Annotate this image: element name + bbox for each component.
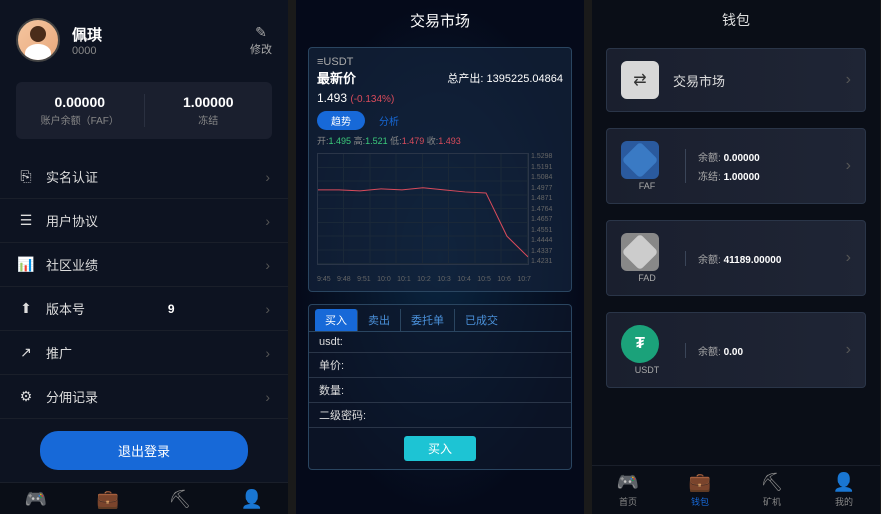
faf-icon — [621, 141, 659, 179]
nav-home[interactable]: 🎮首页 — [592, 472, 664, 508]
nav-home[interactable]: 🎮首页 — [0, 489, 72, 514]
order-card: 买入 卖出 委托单 已成交 usdt: 单价: 数量: 二级密码: 买入 — [308, 304, 572, 470]
chevron-right-icon: › — [265, 257, 270, 273]
doc-icon: ☰ — [18, 213, 34, 229]
wallet-icon: 💼 — [664, 472, 736, 493]
chevron-right-icon: › — [846, 157, 851, 175]
balance-diamond-label: 冻结 — [145, 112, 273, 127]
commission-icon: ⚙ — [18, 389, 34, 405]
chevron-right-icon: › — [265, 169, 270, 185]
chevron-right-icon: › — [265, 213, 270, 229]
trading-pair: ≡USDT — [317, 56, 353, 68]
share-icon: ↗ — [18, 345, 34, 361]
exchange-icon: ⇄ — [621, 61, 659, 99]
chevron-right-icon: › — [846, 71, 851, 89]
wallet-coin-fad[interactable]: FAD 余额: 41189.00000 › — [606, 220, 866, 296]
price-change-pct: (-0.134%) — [350, 94, 394, 105]
fad-balance: 41189.00000 — [724, 255, 782, 266]
home-icon: 🎮 — [0, 489, 72, 510]
logout-button[interactable]: 退出登录 — [40, 431, 248, 470]
usdt-icon: ₮ — [621, 325, 659, 363]
avatar[interactable] — [16, 18, 60, 62]
balance-diamond-value: 1.00000 — [145, 94, 273, 110]
price-input[interactable] — [375, 359, 561, 371]
user-icon: 👤 — [216, 489, 288, 510]
tab-analysis[interactable]: 分析 — [365, 111, 413, 130]
miner-icon: ⛏ — [736, 472, 808, 493]
chevron-right-icon: › — [846, 249, 851, 267]
balance-faf-label: 账户余额（FAF） — [16, 112, 144, 127]
chevron-right-icon: › — [846, 341, 851, 359]
menu-item-verify[interactable]: ⎘实名认证› — [0, 155, 288, 199]
tab-filled[interactable]: 已成交 — [455, 309, 508, 331]
buy-button[interactable]: 买入 — [404, 436, 476, 461]
miner-icon: ⛏ — [144, 489, 216, 510]
user-id: 0000 — [72, 45, 102, 57]
total-output: 1395225.04864 — [487, 73, 563, 85]
edit-profile-button[interactable]: ✎ 修改 — [250, 24, 272, 57]
version-badge: 9 — [168, 302, 175, 316]
id-icon: ⎘ — [18, 169, 34, 185]
current-price: 1.493 — [317, 91, 347, 105]
home-icon: 🎮 — [592, 472, 664, 493]
tab-orders[interactable]: 委托单 — [401, 309, 455, 331]
chevron-right-icon: › — [265, 301, 270, 317]
balance-row: 0.00000 账户余额（FAF） 1.00000 冻结 — [16, 82, 272, 139]
page-title: 钱包 — [592, 0, 880, 40]
wallet-coin-usdt[interactable]: ₮ USDT 余额: 0.00 › — [606, 312, 866, 388]
menu-item-community[interactable]: 📊社区业绩› — [0, 243, 288, 287]
version-icon: ⬆ — [18, 301, 34, 317]
tab-buy[interactable]: 买入 — [315, 309, 358, 331]
tab-sell[interactable]: 卖出 — [358, 309, 401, 331]
chart-card: ≡USDT 最新价 总产出: 1395225.04864 1.493 (-0.1… — [308, 47, 572, 292]
nav-miner[interactable]: ⛏矿机 — [736, 472, 808, 508]
usdt-input[interactable] — [375, 336, 561, 348]
bottom-nav: 🎮首页 💼钱包 ⛏矿机 👤我的 — [0, 482, 288, 514]
bottom-nav: 🎮首页 💼钱包 ⛏矿机 👤我的 — [592, 465, 880, 514]
chart-icon: 📊 — [18, 257, 34, 273]
nav-wallet[interactable]: 💼钱包 — [72, 489, 144, 514]
faf-balance: 0.00000 — [724, 153, 760, 164]
user-icon: 👤 — [808, 472, 880, 493]
faf-frozen: 1.00000 — [724, 172, 760, 183]
wallet-market-row[interactable]: ⇄ 交易市场 › — [606, 48, 866, 112]
password-input[interactable] — [375, 409, 561, 421]
chevron-right-icon: › — [265, 345, 270, 361]
tab-trend[interactable]: 趋势 — [317, 111, 365, 130]
menu-item-commission[interactable]: ⚙分佣记录› — [0, 375, 288, 419]
edit-icon: ✎ — [250, 24, 272, 41]
qty-input[interactable] — [375, 384, 561, 396]
wallet-icon: 💼 — [72, 489, 144, 510]
menu-item-agreement[interactable]: ☰用户协议› — [0, 199, 288, 243]
menu-item-version[interactable]: ⬆版本号9› — [0, 287, 288, 331]
nav-miner[interactable]: ⛏矿机 — [144, 489, 216, 514]
menu-item-share[interactable]: ↗推广› — [0, 331, 288, 375]
nav-me[interactable]: 👤我的 — [808, 472, 880, 508]
usdt-balance: 0.00 — [724, 347, 743, 358]
price-chart: 1.52981.51911.50841.49771.48711.47641.46… — [317, 153, 563, 283]
fad-icon — [621, 233, 659, 271]
username: 佩琪 — [72, 24, 102, 45]
balance-faf-value: 0.00000 — [16, 94, 144, 110]
nav-me[interactable]: 👤我的 — [216, 489, 288, 514]
nav-wallet[interactable]: 💼钱包 — [664, 472, 736, 508]
latest-price-label: 最新价 — [317, 68, 356, 87]
ohlc-row: 开:1.495 高:1.521 低:1.479 收:1.493 — [317, 134, 563, 147]
profile-menu: ⎘实名认证› ☰用户协议› 📊社区业绩› ⬆版本号9› ↗推广› ⚙分佣记录› … — [0, 155, 288, 482]
wallet-coin-faf[interactable]: FAF 余额: 0.00000 冻结: 1.00000 › — [606, 128, 866, 204]
chevron-right-icon: › — [265, 389, 270, 405]
page-title: 交易市场 — [296, 0, 584, 41]
